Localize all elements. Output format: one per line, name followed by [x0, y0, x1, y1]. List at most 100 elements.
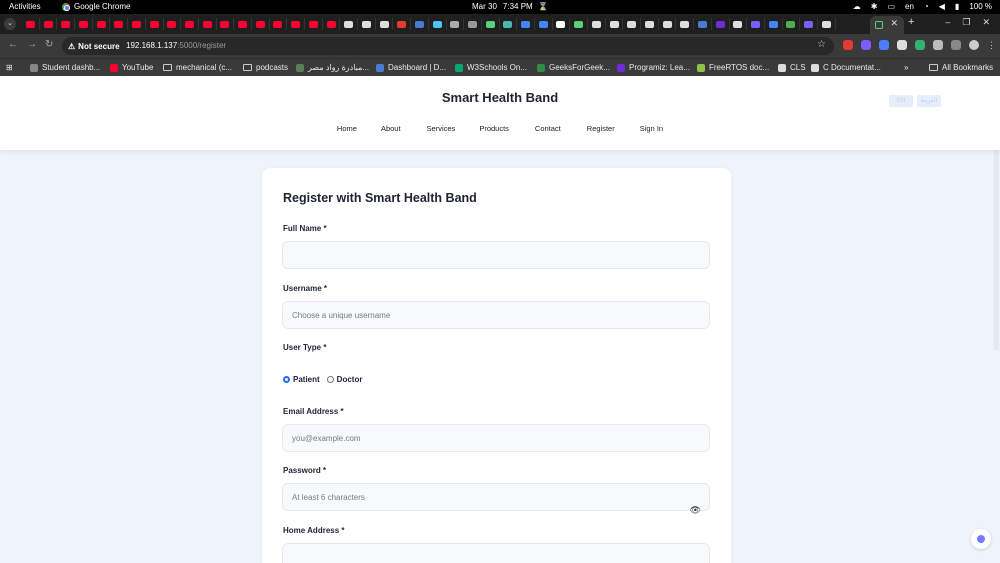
menu-icon[interactable]: ⋮: [987, 40, 997, 50]
nav-register[interactable]: Register: [587, 124, 615, 133]
tab[interactable]: [340, 18, 359, 30]
tab[interactable]: [270, 18, 288, 30]
apps-icon[interactable]: ⊞: [6, 63, 13, 72]
bookmark-item[interactable]: C Documentat...: [811, 63, 881, 72]
tab-search-icon[interactable]: ⌄: [4, 18, 16, 30]
tab[interactable]: [128, 18, 146, 30]
tab[interactable]: [40, 18, 58, 30]
tab[interactable]: [323, 18, 341, 30]
maximize-icon[interactable]: ❐: [962, 17, 970, 28]
tab[interactable]: [57, 18, 76, 30]
bookmark-item[interactable]: YouTube: [110, 63, 153, 72]
tab[interactable]: [800, 18, 818, 30]
tab[interactable]: [305, 18, 323, 30]
username-input[interactable]: [282, 301, 710, 329]
url-text[interactable]: 192.168.1.137:5000/register: [126, 41, 226, 50]
bookmark-item[interactable]: podcasts: [243, 63, 288, 72]
tab[interactable]: [606, 18, 624, 30]
tab[interactable]: [22, 18, 40, 30]
close-tab-icon[interactable]: ✕: [890, 18, 898, 29]
tab[interactable]: [110, 18, 129, 30]
nav-sign-in[interactable]: Sign In: [640, 124, 663, 133]
tab[interactable]: [464, 18, 482, 30]
patient-radio[interactable]: [283, 376, 290, 383]
tab[interactable]: [146, 18, 164, 30]
lang-ar-button[interactable]: العربية: [917, 95, 941, 107]
tab[interactable]: [659, 18, 677, 30]
bookmark-item[interactable]: Dashboard | D...: [376, 63, 446, 72]
scrollbar[interactable]: [994, 150, 999, 350]
minimize-icon[interactable]: –: [945, 17, 950, 28]
password-input[interactable]: [282, 483, 710, 511]
lang-en-button[interactable]: EN: [889, 95, 913, 107]
tab[interactable]: [234, 18, 252, 30]
tab[interactable]: [164, 18, 182, 30]
bookmark-item[interactable]: Student dashb...: [30, 63, 100, 72]
doctor-radio-label[interactable]: Doctor: [337, 375, 363, 384]
bookmark-item[interactable]: CLS: [778, 63, 806, 72]
forward-icon[interactable]: →: [27, 39, 37, 50]
extension-icon[interactable]: [879, 40, 889, 50]
tab[interactable]: [252, 18, 270, 30]
tab[interactable]: [411, 18, 429, 30]
security-indicator[interactable]: ⚠ Not secure: [68, 40, 120, 52]
reload-icon[interactable]: ↻: [45, 39, 53, 50]
assistant-button[interactable]: [971, 529, 991, 549]
system-tray[interactable]: ☁ ✱ ▭ en ◔ ◀ ▮ 100 %: [853, 2, 992, 11]
tab[interactable]: [482, 18, 500, 30]
bookmark-item[interactable]: W3Schools On...: [455, 63, 527, 72]
show-password-eye-icon[interactable]: 👁: [690, 505, 701, 516]
tab[interactable]: [676, 18, 695, 30]
tab[interactable]: [641, 18, 659, 30]
activities-button[interactable]: Activities: [9, 2, 41, 11]
bookmark-item[interactable]: GeeksForGeek...: [537, 63, 610, 72]
tab[interactable]: [287, 18, 305, 30]
tab[interactable]: [376, 18, 394, 30]
bookmark-star-icon[interactable]: ☆: [817, 39, 826, 50]
doctor-radio[interactable]: [326, 376, 334, 383]
tab[interactable]: [623, 18, 642, 30]
tab[interactable]: [765, 18, 783, 30]
tab[interactable]: [93, 18, 111, 30]
tab[interactable]: [730, 18, 748, 30]
tab[interactable]: [393, 18, 412, 30]
back-icon[interactable]: ←: [8, 39, 18, 50]
tab[interactable]: [517, 18, 535, 30]
tab[interactable]: [199, 18, 217, 30]
extension-icon[interactable]: [897, 40, 907, 50]
patient-radio-label[interactable]: Patient: [293, 375, 320, 384]
tab[interactable]: [500, 18, 518, 30]
nav-contact[interactable]: Contact: [535, 124, 561, 133]
extension-icon[interactable]: [861, 40, 871, 50]
tab[interactable]: [570, 18, 588, 30]
full-name-input[interactable]: [282, 241, 710, 269]
tab[interactable]: [447, 18, 465, 30]
keyboard-lang[interactable]: en: [905, 2, 914, 11]
active-tab[interactable]: ✕: [870, 16, 904, 34]
bookmark-item[interactable]: مبادرة رواد مصر...: [296, 63, 369, 72]
clock[interactable]: Mar 30 7:34 PM: [472, 2, 533, 11]
tab[interactable]: [747, 18, 765, 30]
tab[interactable]: [783, 18, 801, 30]
tab[interactable]: [75, 18, 93, 30]
close-window-icon[interactable]: ✕: [982, 17, 990, 28]
tab[interactable]: [181, 18, 199, 30]
tab[interactable]: [553, 18, 571, 30]
site-brand[interactable]: Smart Health Band: [0, 90, 1000, 105]
bookmark-item[interactable]: Programiz: Lea...: [617, 63, 690, 72]
tab[interactable]: [712, 18, 730, 30]
bookmark-item[interactable]: FreeRTOS doc...: [697, 63, 769, 72]
tab[interactable]: [818, 18, 836, 30]
tab[interactable]: [535, 18, 553, 30]
all-bookmarks[interactable]: All Bookmarks: [929, 63, 993, 72]
more-bookmarks-icon[interactable]: »: [904, 63, 908, 72]
email-input[interactable]: [282, 424, 710, 452]
address-input[interactable]: [282, 543, 710, 563]
tab[interactable]: [588, 18, 606, 30]
profile-avatar[interactable]: [969, 40, 979, 50]
media-icon[interactable]: [951, 40, 961, 50]
app-menu[interactable]: Google Chrome: [62, 2, 130, 11]
tab[interactable]: [429, 18, 447, 30]
tab[interactable]: [694, 18, 712, 30]
new-tab-icon[interactable]: +: [908, 16, 914, 28]
